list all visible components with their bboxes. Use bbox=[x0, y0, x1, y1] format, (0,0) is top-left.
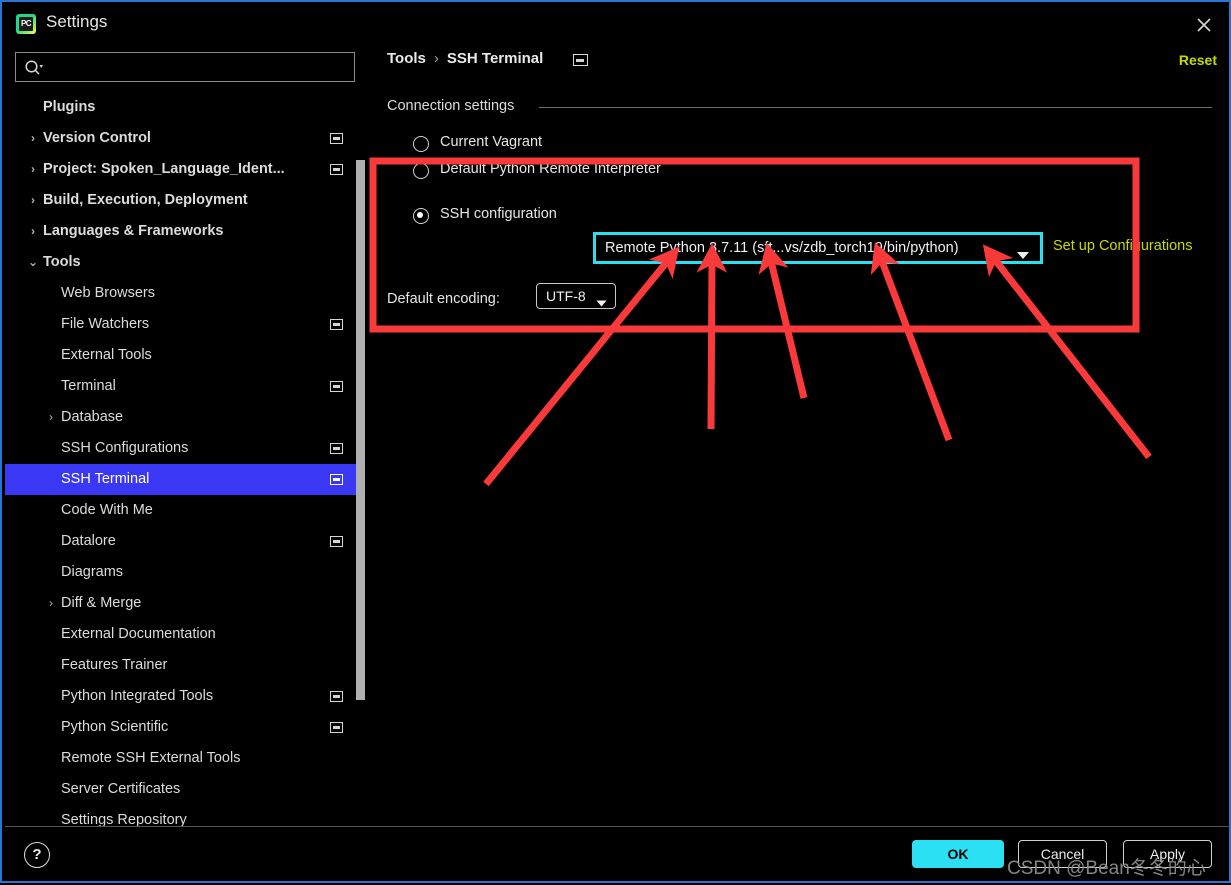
search-icon bbox=[24, 59, 44, 82]
sidebar-item-label: Database bbox=[61, 409, 124, 425]
sidebar-item-label: Diagrams bbox=[61, 564, 124, 580]
sidebar-item-label: Diff & Merge bbox=[61, 595, 142, 611]
sidebar-item-external-documentation[interactable]: External Documentation bbox=[5, 619, 357, 650]
sidebar-item-label: Build, Execution, Deployment bbox=[43, 192, 248, 208]
sidebar-item-label: Terminal bbox=[61, 378, 116, 394]
sidebar-item-label: Version Control bbox=[43, 130, 151, 146]
close-icon[interactable] bbox=[1191, 12, 1217, 38]
set-up-configurations-link[interactable]: Set up Configurations bbox=[1053, 238, 1192, 254]
sidebar-item-label: Datalore bbox=[61, 533, 116, 549]
ok-button[interactable]: OK bbox=[912, 840, 1004, 868]
ssh-configuration-dropdown-value: Remote Python 3.7.11 (sft...vs/zdb_torch… bbox=[605, 240, 959, 256]
settings-tree[interactable]: Plugins › Version Control › Project: Spoken_… bbox=[5, 92, 357, 826]
footer-divider bbox=[5, 826, 1230, 827]
sidebar-item-label: External Tools bbox=[61, 347, 152, 363]
sidebar-item-label: Remote SSH External Tools bbox=[61, 750, 241, 766]
sidebar-item-settings-repository[interactable]: Settings Repository bbox=[5, 805, 357, 826]
sidebar-item-diagrams[interactable]: Diagrams bbox=[5, 557, 357, 588]
radio-default-python-remote-interpreter-label: Default Python Remote Interpreter bbox=[440, 161, 661, 177]
group-divider bbox=[539, 107, 1212, 108]
pycharm-icon-label: PC bbox=[19, 17, 33, 31]
pycharm-icon: PC bbox=[16, 14, 36, 34]
settings-sync-icon[interactable] bbox=[330, 319, 343, 330]
watermark: CSDN @Bean冬冬的心 bbox=[1007, 858, 1206, 879]
sidebar-item-web-browsers[interactable]: Web Browsers bbox=[5, 278, 357, 309]
sidebar-item-server-certificates[interactable]: Server Certificates bbox=[5, 774, 357, 805]
chevron-down-icon bbox=[1016, 247, 1030, 265]
sidebar-item-label: Web Browsers bbox=[61, 285, 156, 301]
sidebar-item-label: External Documentation bbox=[61, 626, 216, 642]
sidebar-item-file-watchers[interactable]: File Watchers bbox=[5, 309, 357, 340]
sidebar-item-code-with-me[interactable]: Code With Me bbox=[5, 495, 357, 526]
sidebar-item-python-integrated-tools[interactable]: Python Integrated Tools bbox=[5, 681, 357, 712]
main-panel: Tools › SSH Terminal Connection settings C… bbox=[377, 44, 1227, 824]
sidebar-item-tools[interactable]: ⌄ Tools bbox=[5, 247, 357, 278]
sidebar-item-label: SSH Configurations bbox=[61, 440, 189, 456]
sidebar-item-label: Languages & Frameworks bbox=[43, 223, 224, 239]
sidebar-item-ssh-terminal[interactable]: SSH Terminal bbox=[5, 464, 357, 495]
breadcrumb: Tools › SSH Terminal bbox=[387, 50, 543, 67]
sidebar-item-label: Settings Repository bbox=[61, 812, 187, 826]
sidebar-item-project-spoken-language-ident[interactable]: › Project: Spoken_Language_Ident... bbox=[5, 154, 357, 185]
sidebar-item-diff-merge[interactable]: › Diff & Merge bbox=[5, 588, 357, 619]
sidebar-item-ssh-configurations[interactable]: SSH Configurations bbox=[5, 433, 357, 464]
breadcrumb-parent[interactable]: Tools bbox=[387, 50, 426, 67]
sidebar-item-plugins[interactable]: Plugins bbox=[5, 92, 357, 123]
sidebar-item-label: Tools bbox=[43, 254, 81, 270]
sidebar-item-label: Plugins bbox=[43, 99, 96, 115]
sidebar-item-external-tools[interactable]: External Tools bbox=[5, 340, 357, 371]
sidebar-item-features-trainer[interactable]: Features Trainer bbox=[5, 650, 357, 681]
settings-sync-icon[interactable] bbox=[330, 443, 343, 454]
radio-current-vagrant-label: Current Vagrant bbox=[440, 134, 543, 150]
sidebar-item-datalore[interactable]: Datalore bbox=[5, 526, 357, 557]
breadcrumb-separator: › bbox=[433, 50, 439, 67]
sidebar-item-label: Features Trainer bbox=[61, 657, 168, 673]
sidebar-item-build-execution-deployment[interactable]: › Build, Execution, Deployment bbox=[5, 185, 357, 216]
sidebar-item-version-control[interactable]: › Version Control bbox=[5, 123, 357, 154]
sidebar-item-database[interactable]: › Database bbox=[5, 402, 357, 433]
sidebar-item-languages-frameworks[interactable]: › Languages & Frameworks bbox=[5, 216, 357, 247]
search-box[interactable] bbox=[15, 52, 355, 83]
settings-sync-icon[interactable] bbox=[330, 691, 343, 702]
settings-sync-icon[interactable] bbox=[330, 536, 343, 547]
search-input[interactable] bbox=[50, 53, 354, 83]
sidebar-scrollbar-thumb[interactable] bbox=[356, 160, 365, 700]
settings-sync-icon[interactable] bbox=[330, 164, 343, 175]
sidebar-item-remote-ssh-external-tools[interactable]: Remote SSH External Tools bbox=[5, 743, 357, 774]
settings-sync-icon[interactable] bbox=[573, 54, 588, 66]
chevron-down-icon bbox=[596, 294, 607, 312]
radio-default-python-remote-interpreter-button[interactable] bbox=[413, 163, 429, 179]
title-bar: PC Settings Reset bbox=[4, 4, 1231, 68]
breadcrumb-current: SSH Terminal bbox=[446, 50, 544, 67]
settings-dialog: PC Settings Reset Plugins › Version Contro… bbox=[0, 0, 1231, 883]
settings-sync-icon[interactable] bbox=[330, 722, 343, 733]
radio-current-vagrant-button[interactable] bbox=[413, 136, 429, 152]
sidebar-item-label: Code With Me bbox=[61, 502, 153, 518]
settings-sync-icon[interactable] bbox=[330, 381, 343, 392]
settings-sync-icon[interactable] bbox=[330, 474, 343, 485]
radio-ssh-configuration-label: SSH configuration bbox=[440, 206, 557, 222]
sidebar-item-label: Python Integrated Tools bbox=[61, 688, 214, 704]
settings-sync-icon[interactable] bbox=[330, 133, 343, 144]
sidebar-item-label: File Watchers bbox=[61, 316, 150, 332]
sidebar-item-python-scientific[interactable]: Python Scientific bbox=[5, 712, 357, 743]
radio-ssh-configuration-button[interactable] bbox=[413, 208, 429, 224]
default-encoding-value: UTF-8 bbox=[546, 288, 586, 304]
sidebar-item-label: SSH Terminal bbox=[61, 471, 150, 487]
sidebar-item-label: Python Scientific bbox=[61, 719, 169, 735]
sidebar-scrollbar-track[interactable] bbox=[356, 160, 365, 700]
default-encoding-label: Default encoding: bbox=[387, 291, 500, 307]
connection-settings-title: Connection settings bbox=[387, 98, 515, 114]
window-title: Settings bbox=[46, 12, 108, 31]
sidebar-item-label: Server Certificates bbox=[61, 781, 181, 797]
sidebar-item-terminal[interactable]: Terminal bbox=[5, 371, 357, 402]
default-encoding-dropdown[interactable]: UTF-8 bbox=[536, 283, 616, 309]
ssh-configuration-dropdown[interactable]: Remote Python 3.7.11 (sft...vs/zdb_torch… bbox=[593, 232, 1043, 264]
help-icon[interactable]: ? bbox=[24, 842, 50, 868]
sidebar-item-label: Project: Spoken_Language_Ident... bbox=[43, 161, 285, 177]
